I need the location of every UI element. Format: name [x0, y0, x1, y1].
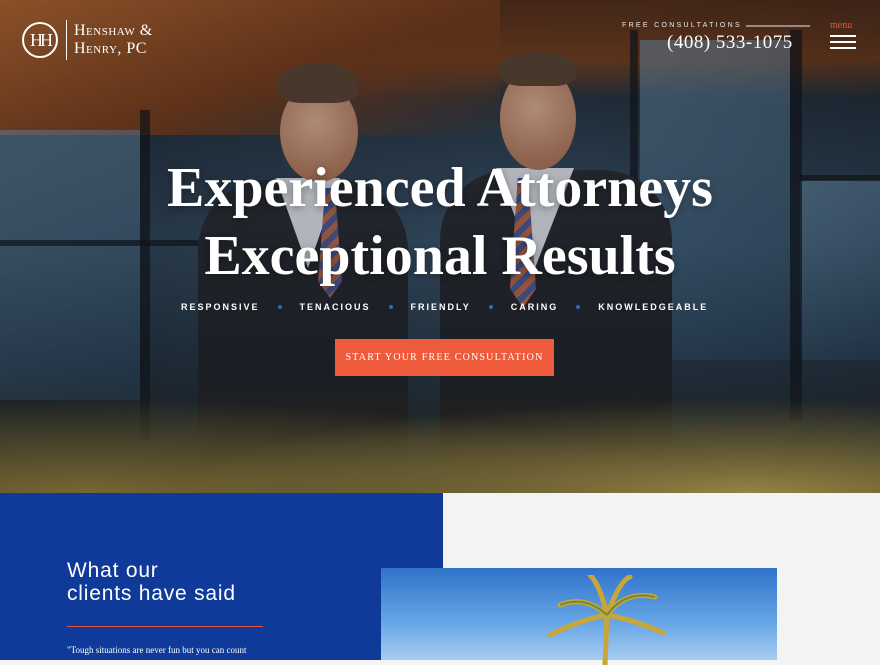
site-logo[interactable]: HH Henshaw & Henry, PC: [22, 20, 153, 60]
bullet-dot-icon: [488, 305, 493, 309]
testimonial-quote: "Tough situations are never fun but you …: [67, 645, 247, 655]
value-item: RESPONSIVE: [181, 302, 260, 312]
phone-link[interactable]: (408) 533-1075: [667, 32, 793, 54]
logo-name-line1: Henshaw &: [74, 22, 153, 39]
value-item: FRIENDLY: [410, 302, 471, 312]
start-free-consultation-button[interactable]: START YOUR FREE CONSULTATION: [335, 339, 554, 376]
testimonials-heading-line2: clients have said: [67, 582, 236, 605]
testimonials-heading: What our clients have said: [67, 559, 236, 605]
value-item: CARING: [510, 302, 559, 312]
testimonials-rule: [67, 626, 263, 627]
hero-headline-line1: Experienced Attorneys: [167, 157, 713, 219]
bullet-dot-icon: [277, 305, 282, 309]
values-list: RESPONSIVE TENACIOUS FRIENDLY CARING KNO…: [181, 302, 708, 312]
hamburger-menu-icon[interactable]: [830, 35, 856, 53]
palm-tree-image: [547, 575, 665, 665]
logo-name-line2: Henry, PC: [74, 40, 147, 57]
logo-text: Henshaw & Henry, PC: [74, 22, 153, 58]
bullet-dot-icon: [576, 305, 581, 309]
testimonials-section: What our clients have said "Tough situat…: [0, 493, 443, 660]
bullet-dot-icon: [388, 305, 393, 309]
logo-monogram-icon: HH: [22, 22, 58, 58]
free-consultations-label: FREE CONSULTATIONS: [622, 22, 742, 29]
hero-headline-line2: Exceptional Results: [204, 225, 676, 287]
menu-label[interactable]: menu: [830, 20, 852, 31]
value-item: TENACIOUS: [299, 302, 371, 312]
consult-divider: [746, 25, 810, 27]
testimonials-heading-line1: What our: [67, 559, 159, 582]
value-item: KNOWLEDGEABLE: [598, 302, 709, 312]
